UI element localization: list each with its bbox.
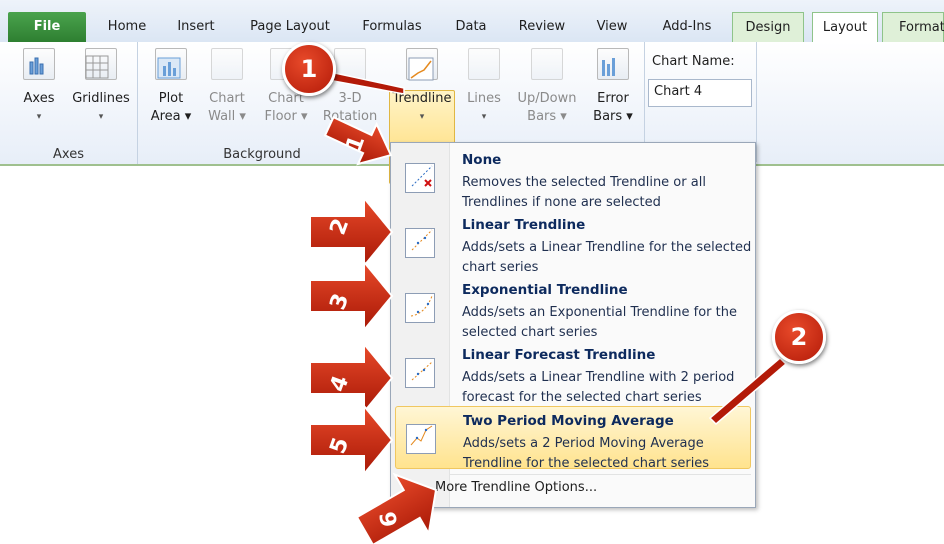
tab-format[interactable]: Format	[882, 12, 944, 42]
menu-item-title: Exponential Trendline	[462, 282, 628, 298]
menu-item-description: Adds/sets a 2 Period Moving Average Tren…	[463, 436, 710, 471]
up-down-bars-label-1: Up/Down	[517, 91, 577, 106]
axes-button[interactable]: Axes ▾	[14, 48, 64, 126]
3d-rotation-label-1: 3-D	[338, 91, 362, 106]
menu-item-linear-trendline[interactable]: Linear Trendline Adds/sets a Linear Tren…	[395, 211, 751, 275]
trendline-icon	[406, 48, 438, 80]
chart-wall-button[interactable]: Chart Wall ▾	[202, 48, 252, 126]
tab-design[interactable]: Design	[732, 12, 804, 42]
lines-dropdown-arrow: ▾	[481, 112, 487, 122]
chart-wall-icon	[211, 48, 243, 80]
error-bars-label-2: Bars ▾	[593, 109, 633, 124]
more-trendline-options[interactable]: More Trendline Options...	[435, 480, 597, 495]
up-down-bars-icon	[531, 48, 563, 80]
gridlines-dropdown-arrow: ▾	[98, 112, 104, 122]
callout-arrow-2-number: 2	[326, 215, 355, 238]
trendline-label: Trendline	[392, 91, 452, 106]
tab-formulas[interactable]: Formulas	[352, 12, 432, 42]
trendline-none-icon	[405, 163, 435, 193]
menu-item-title: Linear Forecast Trendline	[462, 347, 656, 363]
callout-arrow-3	[309, 259, 394, 333]
callout-arrow-2	[309, 195, 394, 269]
callout-arrow-5-number: 5	[326, 434, 355, 457]
lines-button[interactable]: Lines ▾	[462, 48, 506, 126]
lines-label: Lines	[467, 91, 501, 106]
tab-data[interactable]: Data	[442, 12, 500, 42]
chart-name-label: Chart Name:	[652, 54, 735, 69]
linear-trendline-icon	[405, 228, 435, 258]
trendline-button[interactable]: Trendline ▾	[389, 48, 455, 126]
tab-add-ins[interactable]: Add-Ins	[650, 12, 724, 42]
gridlines-button[interactable]: Gridlines ▾	[68, 48, 134, 126]
error-bars-button[interactable]: Error Bars ▾	[586, 48, 640, 126]
menu-item-exponential-trendline[interactable]: Exponential Trendline Adds/sets an Expon…	[395, 276, 751, 340]
group-divider	[756, 42, 757, 162]
background-group-label: Background	[223, 147, 301, 162]
plot-area-label-1: Plot	[158, 91, 184, 106]
menu-item-description: Adds/sets a Linear Trendline with 2 peri…	[462, 370, 735, 405]
tab-layout[interactable]: Layout	[812, 12, 878, 43]
up-down-bars-button[interactable]: Up/Down Bars ▾	[512, 48, 582, 126]
moving-average-trendline-icon	[406, 424, 436, 454]
plot-area-label-2: Area ▾	[150, 109, 192, 124]
tab-review[interactable]: Review	[508, 12, 576, 42]
callout-arrow-4	[309, 341, 394, 415]
3d-rotation-label-2: Rotation	[322, 109, 378, 124]
plot-area-button[interactable]: Plot Area ▾	[146, 48, 196, 126]
callout-arrow-4-number: 4	[326, 372, 355, 395]
lines-icon	[468, 48, 500, 80]
chart-name-field[interactable]: Chart 4	[648, 79, 752, 107]
linear-forecast-trendline-icon	[405, 358, 435, 388]
menu-separator	[449, 474, 751, 475]
gridlines-icon	[85, 48, 117, 80]
menu-item-description: Removes the selected Trendline or all Tr…	[462, 175, 706, 210]
chart-wall-label-2: Wall ▾	[208, 109, 246, 124]
axes-group: Axes ▾ Gridlines ▾ Axes	[0, 42, 138, 164]
menu-item-none[interactable]: None Removes the selected Trendline or a…	[395, 146, 751, 210]
callout-arrow-5	[309, 403, 394, 477]
axes-icon	[23, 48, 55, 80]
tab-file[interactable]: File	[8, 12, 86, 42]
menu-item-description: Adds/sets an Exponential Trendline for t…	[462, 305, 737, 340]
menu-item-description: Adds/sets a Linear Trendline for the sel…	[462, 240, 752, 275]
menu-item-title: None	[462, 152, 502, 168]
plot-area-icon	[155, 48, 187, 80]
tab-home[interactable]: Home	[98, 12, 156, 42]
axes-button-label: Axes	[23, 91, 55, 106]
callout-arrow-3-number: 3	[326, 290, 355, 313]
ribbon-tab-bar: File Home Insert Page Layout Formulas Da…	[0, 0, 944, 43]
menu-item-linear-forecast-trendline[interactable]: Linear Forecast Trendline Adds/sets a Li…	[395, 341, 751, 405]
3d-rotation-icon	[334, 48, 366, 80]
up-down-bars-label-2: Bars ▾	[527, 109, 567, 124]
axes-group-label: Axes	[53, 147, 84, 162]
tab-view[interactable]: View	[586, 12, 638, 42]
error-bars-label-1: Error	[597, 91, 629, 106]
menu-item-title: Linear Trendline	[462, 217, 586, 233]
callout-arrow-6-number: 6	[376, 509, 403, 528]
exponential-trendline-icon	[405, 293, 435, 323]
menu-item-title: Two Period Moving Average	[463, 413, 674, 429]
callout-circle-2: 2	[772, 310, 826, 364]
axes-dropdown-arrow: ▾	[36, 112, 42, 122]
tab-insert[interactable]: Insert	[166, 12, 226, 42]
tab-page-layout[interactable]: Page Layout	[238, 12, 342, 42]
chart-floor-label-2: Floor ▾	[264, 109, 308, 124]
trendline-dropdown-arrow: ▾	[419, 112, 425, 122]
gridlines-button-label: Gridlines	[72, 91, 130, 106]
chart-wall-label-1: Chart	[209, 91, 245, 106]
trendline-dropdown-menu: None Removes the selected Trendline or a…	[390, 142, 756, 508]
error-bars-icon	[597, 48, 629, 80]
background-group: Plot Area ▾ Chart Wall ▾ Chart Floor ▾ 3…	[138, 42, 386, 164]
callout-circle-1: 1	[282, 42, 336, 96]
menu-item-two-period-moving-average[interactable]: Two Period Moving Average Adds/sets a 2 …	[395, 406, 751, 471]
